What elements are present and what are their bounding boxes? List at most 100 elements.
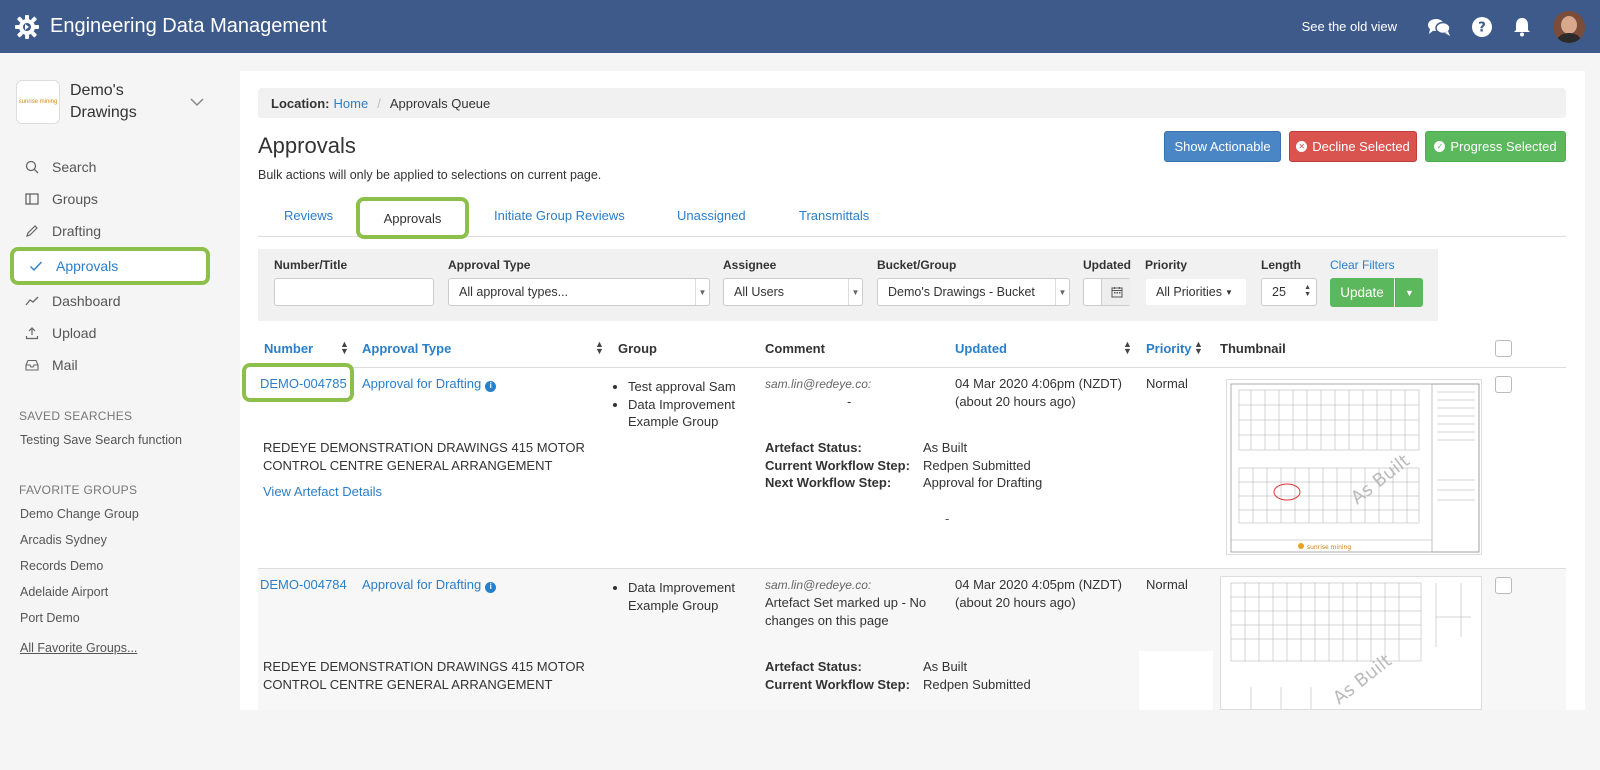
approval-number-link[interactable]: DEMO-004784 [260, 576, 347, 594]
bucket-group-select[interactable]: Demo's Drawings - Bucket ▼ [877, 278, 1070, 306]
length-select[interactable]: 25 ▲ ▼ [1261, 278, 1317, 306]
select-value: 25 [1272, 285, 1286, 299]
user-avatar[interactable] [1553, 10, 1585, 43]
assignee-label: Assignee [723, 258, 777, 272]
number-title-input[interactable] [274, 278, 434, 306]
chat-icon[interactable] [1427, 17, 1451, 37]
sidebar-item-search[interactable]: Search [0, 151, 220, 183]
org-switcher[interactable]: sunrise mining Demo's Drawings [0, 53, 220, 129]
all-favorite-groups-link[interactable]: All Favorite Groups... [0, 635, 220, 661]
org-logo-text: sunrise mining [18, 99, 58, 105]
column-header-updated[interactable]: Updated [955, 341, 1007, 356]
gear-logo-icon[interactable] [14, 14, 40, 40]
sidebar-item-label: Approvals [56, 258, 119, 274]
saved-searches-heading: SAVED SEARCHES [19, 409, 133, 423]
times-circle-icon: ✕ [1296, 141, 1308, 152]
show-actionable-button[interactable]: Show Actionable [1164, 131, 1281, 162]
select-all-checkbox[interactable] [1495, 340, 1512, 357]
view-artefact-details-link[interactable]: View Artefact Details [263, 483, 382, 501]
priority-label: Priority [1145, 258, 1188, 272]
calendar-icon[interactable] [1101, 279, 1131, 305]
approval-type-text: Approval for Drafting [362, 376, 482, 391]
row-checkbox[interactable] [1495, 577, 1512, 594]
approval-type-link[interactable]: Approval for Drafting i [362, 375, 497, 393]
breadcrumb-home-link[interactable]: Home [334, 96, 369, 111]
sidebar-item-groups[interactable]: Groups [0, 183, 220, 215]
check-circle-icon: ✓ [1434, 141, 1446, 152]
tab-approvals[interactable]: Approvals [356, 197, 469, 239]
header-divider [258, 367, 1566, 368]
chevron-down-icon[interactable] [190, 95, 204, 110]
sidebar-item-upload[interactable]: Upload [0, 317, 220, 349]
approval-type-link[interactable]: Approval for Drafting i [362, 576, 497, 594]
upload-icon [24, 325, 40, 341]
app-title: Engineering Data Management [50, 15, 327, 37]
filter-bar: Number/Title Approval Type All approval … [258, 249, 1438, 321]
info-icon[interactable]: i [485, 581, 497, 593]
bell-icon[interactable] [1513, 17, 1531, 37]
approval-number-link[interactable]: DEMO-004785 [260, 375, 347, 393]
thumbnail-logo-text: sunrise mining [1307, 544, 1351, 551]
next-step-value: Approval for Drafting [923, 475, 1043, 490]
sidebar-item-drafting[interactable]: Drafting [0, 215, 220, 247]
tab-initiate-group-reviews[interactable]: Initiate Group Reviews [494, 208, 625, 223]
breadcrumb-current: Approvals Queue [389, 95, 491, 111]
current-step-value: Redpen Submitted [923, 676, 1031, 692]
priority-dropdown[interactable]: All Priorities ▼ [1145, 278, 1247, 306]
extra-value: - [945, 511, 950, 526]
updated-date: 04 Mar 2020 4:06pm (NZDT) [955, 376, 1122, 391]
see-old-view-link[interactable]: See the old view [1302, 19, 1397, 34]
sidebar-item-dashboard[interactable]: Dashboard [0, 285, 220, 317]
caret-down-icon: ▼ [1225, 287, 1233, 297]
update-dropdown-caret-icon[interactable]: ▼ [1395, 278, 1423, 307]
updated-label: Updated [1083, 258, 1131, 272]
favorite-group-item[interactable]: Adelaide Airport [0, 579, 220, 605]
check-icon [28, 258, 44, 274]
page-title: Approvals [258, 133, 356, 158]
breadcrumb-label: Location: [271, 95, 330, 111]
column-header-number[interactable]: Number [264, 341, 313, 356]
breadcrumb-separator: / [377, 95, 381, 111]
current-step-label: Current Workflow Step: [765, 457, 910, 473]
thumbnail-image[interactable]: As Built [1220, 576, 1482, 710]
main-panel: Location: Home / Approvals Queue Approva… [240, 71, 1585, 710]
tab-transmittals[interactable]: Transmittals [799, 208, 869, 223]
sidebar-item-mail[interactable]: Mail [0, 349, 220, 381]
sort-icon[interactable]: ▲ ▼ [595, 340, 604, 356]
artefact-status-label: Artefact Status: [765, 659, 862, 674]
sort-arrows-icon: ▲ ▼ [1304, 284, 1311, 298]
favorite-group-item[interactable]: Records Demo [0, 553, 220, 579]
assignee-select[interactable]: All Users ▼ [723, 278, 863, 306]
watermark-text: As Built [1347, 450, 1414, 509]
column-header-approval-type[interactable]: Approval Type [362, 341, 451, 356]
column-header-priority[interactable]: Priority [1146, 341, 1192, 356]
row-checkbox[interactable] [1495, 376, 1512, 393]
progress-selected-button[interactable]: ✓ Progress Selected [1425, 131, 1566, 162]
info-icon[interactable]: i [485, 380, 497, 392]
sidebar-item-label: Drafting [52, 223, 102, 239]
select-value: All approval types... [459, 285, 569, 299]
tab-unassigned[interactable]: Unassigned [677, 208, 746, 223]
caret-down-icon: ▼ [848, 279, 862, 305]
update-button[interactable]: Update [1330, 278, 1394, 307]
sort-icon[interactable]: ▲ ▼ [340, 340, 349, 356]
top-bar: Engineering Data Management See the old … [0, 0, 1600, 53]
favorite-group-item[interactable]: Port Demo [0, 605, 220, 631]
sidebar-item-approvals[interactable]: Approvals [10, 247, 210, 285]
help-icon[interactable]: ? [1471, 16, 1493, 38]
artefact-title: REDEYE DEMONSTRATION DRAWINGS 415 MOTOR … [263, 659, 585, 692]
comment-author: sam.lin@redeye.co: [765, 377, 872, 391]
approval-type-select[interactable]: All approval types... ▼ [448, 278, 710, 306]
tab-reviews[interactable]: Reviews [284, 208, 333, 223]
thumbnail-image[interactable]: As Built sunrise mining [1226, 379, 1482, 555]
updated-relative: (about 20 hours ago) [955, 595, 1076, 610]
saved-search-item[interactable]: Testing Save Search function [0, 427, 220, 453]
favorite-group-item[interactable]: Arcadis Sydney [0, 527, 220, 553]
clear-filters-link[interactable]: Clear Filters [1330, 258, 1395, 272]
artefact-status-value: As Built [923, 659, 968, 674]
updated-date-input[interactable] [1083, 278, 1131, 306]
sort-icon[interactable]: ▲ ▼ [1123, 340, 1132, 356]
sort-icon[interactable]: ▲ ▼ [1194, 340, 1203, 356]
favorite-group-item[interactable]: Demo Change Group [0, 501, 220, 527]
decline-selected-button[interactable]: ✕ Decline Selected [1289, 131, 1417, 162]
